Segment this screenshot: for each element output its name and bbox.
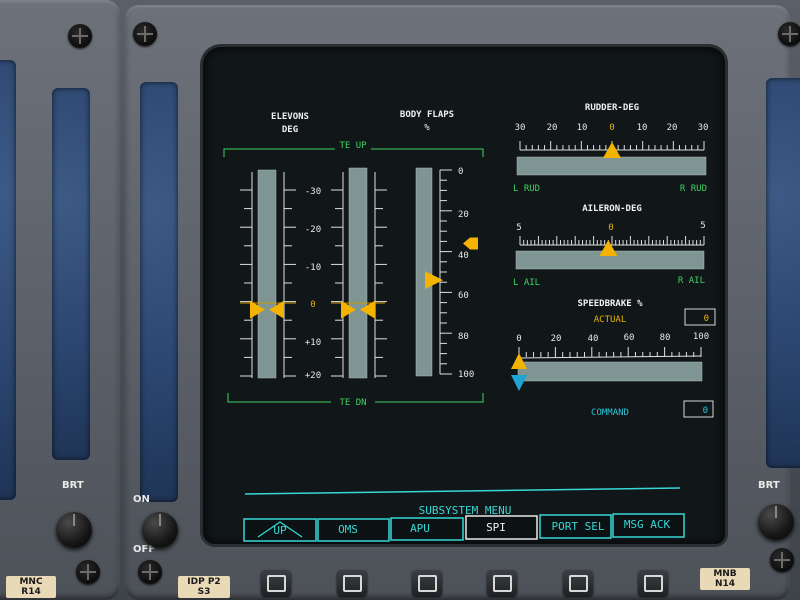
menu-button-msg-ack-label: MSG ACK xyxy=(624,518,671,531)
menu-button-spi[interactable]: SPI xyxy=(465,515,538,540)
te-up-label: TE UP xyxy=(339,141,367,151)
menu-title: SUBSYSTEM MENU xyxy=(419,504,512,517)
rudder-scale-label-zero: 0 xyxy=(609,123,614,133)
elevon-scale-labels: -30 -20 -10 0 +10 +20 xyxy=(305,187,321,381)
aileron-left-label: L AIL xyxy=(513,278,540,288)
speedbrake-actual-pointer xyxy=(511,353,527,369)
menu-button-oms[interactable]: OMS xyxy=(317,518,390,542)
speedbrake-actual-value: 0 xyxy=(704,314,709,324)
rudder-scale-label: 10 xyxy=(637,123,648,133)
aileron-position-pointer xyxy=(599,240,618,256)
menu-button-port-sel[interactable]: PORT SEL xyxy=(539,514,612,539)
menu-button-up[interactable]: UP xyxy=(243,518,317,542)
rudder-right-label: R RUD xyxy=(680,184,707,194)
elevon-scale-label: +20 xyxy=(305,371,321,381)
aileron-title: AILERON-DEG xyxy=(582,204,642,214)
speedbrake-scale-label: 40 xyxy=(588,334,599,344)
right-elevon-tape xyxy=(348,167,368,379)
elevon-scale-label: -20 xyxy=(305,225,321,235)
body-flap-scale-label: 60 xyxy=(458,291,469,301)
speedbrake-tick-marks xyxy=(518,347,702,359)
speedbrake-command-value: 0 xyxy=(703,406,708,416)
speedbrake-scale-label: 80 xyxy=(660,333,671,343)
rudder-left-label: L RUD xyxy=(513,184,540,194)
speedbrake-scale-label: 20 xyxy=(551,334,562,344)
speedbrake-actual-box xyxy=(684,308,716,326)
speedbrake-scale-labels: 0 20 40 60 80 100 xyxy=(516,332,709,344)
menu-button-msg-ack[interactable]: MSG ACK xyxy=(612,513,685,538)
body-flap-scale-labels: 0 20 40 60 80 100 xyxy=(458,167,474,380)
aileron-scale-label-zero: 0 xyxy=(608,223,613,233)
rudder-tape xyxy=(516,156,707,176)
speedbrake-actual-label: ACTUAL xyxy=(594,315,627,325)
rudder-scale-label: 30 xyxy=(515,123,526,133)
speedbrake-scale-label: 0 xyxy=(516,334,521,344)
speedbrake-scale-line xyxy=(518,355,702,359)
body-flaps-title: BODY FLAPS xyxy=(400,110,454,120)
menu-button-spi-label: SPI xyxy=(486,521,506,534)
rudder-scale-label: 10 xyxy=(577,123,588,133)
menu-button-apu-label: APU xyxy=(410,522,430,535)
menu-button-up-label: UP xyxy=(273,524,287,537)
elevon-scale-label: -10 xyxy=(305,263,321,273)
body-flap-scale-label: 0 xyxy=(458,167,463,177)
elevon-scale-label: -30 xyxy=(305,187,321,197)
speedbrake-scale-label: 100 xyxy=(693,332,709,342)
rudder-scale-labels: 30 20 10 0 10 20 30 xyxy=(515,123,709,133)
speedbrake-title: SPEEDBRAKE % xyxy=(577,299,643,309)
aileron-scale-label: 5 xyxy=(516,223,521,233)
body-flap-scale-label: 40 xyxy=(458,251,469,261)
speedbrake-tape xyxy=(517,361,703,382)
elevons-title: ELEVONS xyxy=(271,112,309,122)
te-dn-label: TE DN xyxy=(339,398,366,408)
body-flap-scale-label: 100 xyxy=(458,370,474,380)
speedbrake-scale-label: 60 xyxy=(624,333,635,343)
aileron-right-label: R AIL xyxy=(678,276,705,286)
elevon-scale-label-zero: 0 xyxy=(310,300,315,310)
elevon-scale-label: +10 xyxy=(305,338,321,348)
menu-button-apu[interactable]: APU xyxy=(390,517,464,541)
body-flap-command-marker xyxy=(463,237,478,250)
mfd-graphics: ELEVONS DEG BODY FLAPS % TE UP TE DN -30… xyxy=(223,103,716,542)
body-flap-tick-marks xyxy=(439,169,452,375)
speedbrake-command-pointer xyxy=(511,375,527,391)
rudder-scale-label: 30 xyxy=(698,123,709,133)
rudder-scale-label: 20 xyxy=(547,123,558,133)
aileron-scale-labels: 5 0 5 xyxy=(516,221,705,233)
speedbrake-command-label: COMMAND xyxy=(591,408,629,418)
menu-button-oms-label: OMS xyxy=(338,523,358,536)
menu-button-port-sel-label: PORT SEL xyxy=(552,520,605,533)
cockpit-panel: BRT ON OFF BRT MNC R14 IDP P2 S3 MNB N14… xyxy=(0,0,800,600)
speedbrake-command-box xyxy=(683,400,714,418)
aileron-scale-label: 5 xyxy=(700,221,705,231)
body-flap-scale-label: 20 xyxy=(458,210,469,220)
aileron-tick-marks xyxy=(519,236,705,246)
body-flaps-unit: % xyxy=(424,123,430,133)
body-flap-tape xyxy=(415,167,433,377)
rudder-title: RUDDER-DEG xyxy=(585,103,639,113)
rudder-scale-label: 20 xyxy=(667,123,678,133)
left-elevon-tape xyxy=(257,169,277,379)
menu-separator xyxy=(244,487,681,495)
body-flap-scale-label: 80 xyxy=(458,332,469,342)
elevons-unit: DEG xyxy=(282,125,298,135)
